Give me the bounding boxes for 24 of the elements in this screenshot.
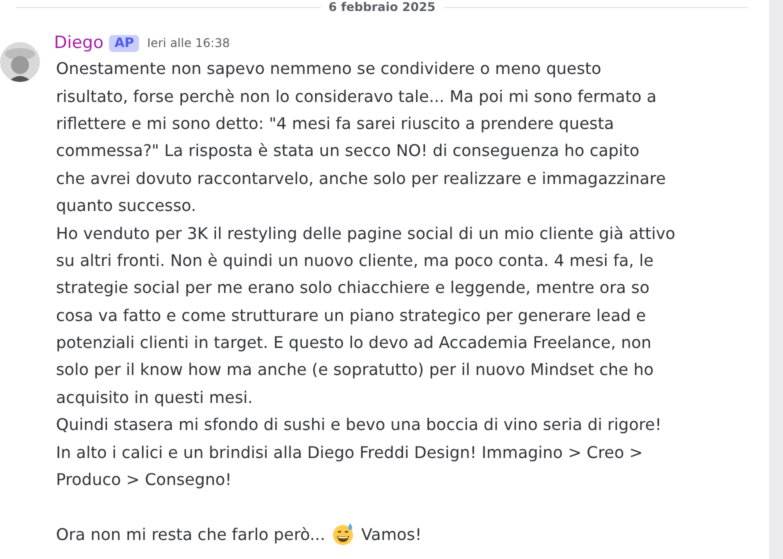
message-text: Ho venduto per 3K il restyling delle pagine social di un mio cliente già attivo bbox=[56, 224, 676, 243]
grinning-sweat-face-icon bbox=[331, 522, 356, 546]
message-text: risultato, forse perchè non lo consideravo tale... Ma poi mi sono fermato a bbox=[56, 86, 657, 106]
message-text: Quindi stasera mi sfondo di sushi e bevo una boccia di vino seria di rigore! bbox=[56, 415, 662, 434]
date-divider: 6 febbraio 2025 bbox=[328, 0, 436, 14]
message-text: che avrei dovuto raccontarvelo, anche solo per realizzare e immagazzinare bbox=[56, 168, 666, 188]
message-text: potenziali clienti in target. E questo lo devo ad Accademia Freelance, non bbox=[56, 333, 652, 352]
role-tag: AP bbox=[109, 34, 140, 52]
message-text: Onestamente non sapevo nemmeno se condividere o meno questo bbox=[56, 59, 602, 78]
message-text: su altri fronti. Non è quindi un nuovo cliente, ma poco conta. 4 mesi fa, le bbox=[56, 250, 654, 270]
message-text: riflettere e mi sono detto: "4 mesi fa sarei riuscito a prendere questa bbox=[56, 114, 614, 133]
message-text: Ora non mi resta che farlo però... bbox=[56, 524, 326, 544]
avatar bbox=[0, 42, 40, 82]
message-text: commessa?" La risposta è stata un secco NO! di conseguenza ho capito bbox=[56, 141, 640, 160]
message-text: solo per il know how ma anche (e sopratutto) per il nuovo Mindset che ho bbox=[56, 360, 654, 380]
message-text: strategie social per me erano solo chiacchiere e leggende, mentre ora so bbox=[56, 278, 650, 298]
message-text: quanto successo. bbox=[56, 196, 196, 216]
message-text: cosa va fatto e come strutturare un piano strategico per generare lead e bbox=[56, 306, 646, 325]
message-text: In alto i calici e un brindisi alla Diego Freddi Design! Immagino > Creo > bbox=[56, 442, 643, 462]
message-text: Vamos! bbox=[361, 524, 422, 544]
message-text: Produco > Consegno! bbox=[56, 470, 232, 490]
message-text: acquisito in questi mesi. bbox=[56, 388, 253, 407]
author-name[interactable]: Diego bbox=[54, 33, 104, 53]
timestamp: Ieri alle 16:38 bbox=[147, 36, 230, 50]
